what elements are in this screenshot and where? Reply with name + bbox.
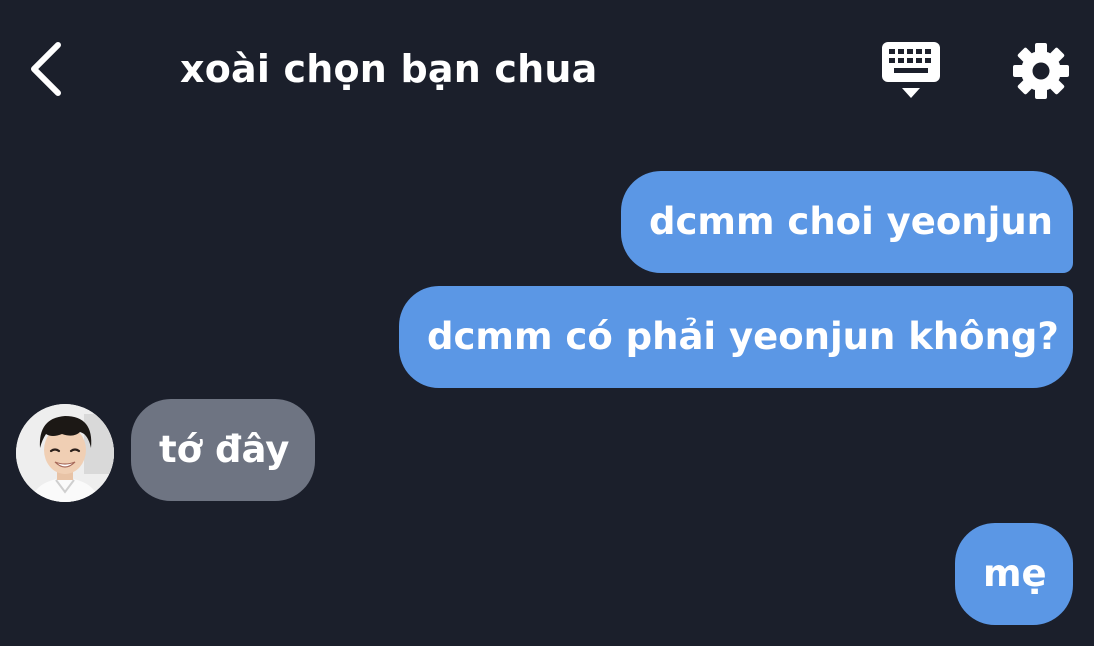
chat-screen: xoài chọn bạn chua dcmm choi yeonjun dcm… xyxy=(0,0,1094,646)
chevron-left-icon xyxy=(31,42,61,96)
message-bubble-incoming[interactable]: tớ đây xyxy=(131,399,315,501)
chat-header: xoài chọn bạn chua xyxy=(0,0,1094,140)
keyboard-button[interactable] xyxy=(878,40,944,102)
message-bubble-outgoing[interactable]: dcmm choi yeonjun xyxy=(621,171,1073,273)
back-button[interactable] xyxy=(18,36,74,102)
chat-title: xoài chọn bạn chua xyxy=(180,47,598,91)
settings-button[interactable] xyxy=(1010,40,1072,102)
message-text: mẹ xyxy=(983,552,1047,595)
message-text: tớ đây xyxy=(159,428,290,471)
avatar-photo xyxy=(16,404,114,502)
gear-icon xyxy=(1013,43,1069,99)
message-text: dcmm choi yeonjun xyxy=(649,200,1054,243)
message-bubble-outgoing[interactable]: dcmm có phải yeonjun không? xyxy=(399,286,1073,388)
message-bubble-outgoing[interactable]: mẹ xyxy=(955,523,1073,625)
contact-avatar[interactable] xyxy=(16,404,114,502)
keyboard-icon xyxy=(882,42,940,98)
message-text: dcmm có phải yeonjun không? xyxy=(427,315,1059,358)
